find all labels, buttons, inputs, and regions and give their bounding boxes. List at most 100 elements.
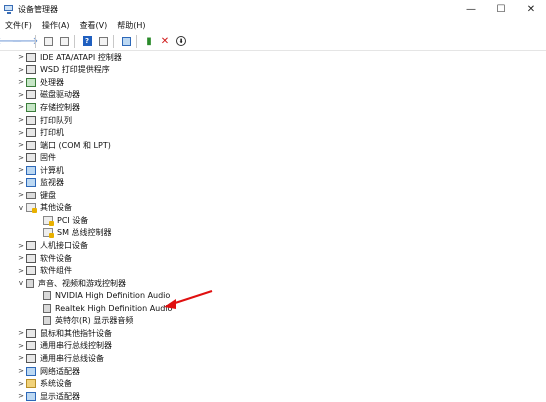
chevron-right-icon[interactable]: > (16, 242, 26, 250)
forward-arrow-icon[interactable]: 🡒 (12, 34, 39, 48)
tree-item[interactable]: > 软件设备 (16, 252, 72, 265)
tree-item-label: 存储控制器 (40, 102, 80, 112)
chevron-right-icon[interactable]: > (16, 354, 26, 362)
tree-item[interactable]: NVIDIA High Definition Audio (33, 289, 170, 302)
tree-item-label: NVIDIA High Definition Audio (55, 291, 171, 301)
device-category-icon (26, 52, 36, 62)
chevron-right-icon[interactable]: > (16, 392, 26, 400)
chevron-right-icon[interactable]: > (16, 66, 26, 74)
chevron-right-icon[interactable]: > (16, 254, 26, 262)
tree-item-label: 键盘 (40, 190, 56, 200)
menu-action[interactable]: 操作(A) (37, 20, 75, 31)
chevron-down-icon[interactable]: v (16, 204, 26, 212)
update-driver-icon[interactable]: ▮ (142, 34, 156, 48)
tree-item[interactable]: > 网络适配器 (16, 365, 80, 378)
tree-item[interactable]: SM 总线控制器 (33, 227, 112, 240)
toolbar-separator (35, 34, 36, 48)
tree-item[interactable]: v 声音、视频和游戏控制器 (16, 277, 126, 290)
scan-hardware-button[interactable] (119, 34, 133, 48)
tree-item[interactable]: > 软件组件 (16, 264, 72, 277)
chevron-right-icon[interactable]: > (16, 380, 26, 388)
chevron-right-icon[interactable]: > (16, 191, 26, 199)
menu-view[interactable]: 查看(V) (75, 20, 113, 31)
tree-item-label: 计算机 (40, 165, 64, 175)
tree-item[interactable]: > IDE ATA/ATAPI 控制器 (16, 51, 122, 64)
tree-item-label: 系统设备 (40, 379, 72, 389)
title-bar: 设备管理器 — ☐ ✕ (0, 0, 546, 18)
tree-item[interactable]: v 其他设备 (16, 202, 72, 215)
download-icon: ⬇ (176, 36, 186, 46)
tree-item[interactable]: > 通用串行总线设备 (16, 352, 104, 365)
tree-item[interactable]: > 人机接口设备 (16, 239, 88, 252)
minimize-button[interactable]: — (456, 0, 486, 18)
tree-item[interactable]: > 鼠标和其他指针设备 (16, 327, 112, 340)
tree-item-label: IDE ATA/ATAPI 控制器 (40, 52, 122, 62)
tree-item[interactable]: > WSD 打印提供程序 (16, 64, 110, 77)
maximize-button[interactable]: ☐ (486, 0, 516, 18)
tree-item[interactable]: > 系统设备 (16, 377, 72, 390)
chevron-right-icon[interactable]: > (16, 329, 26, 337)
chevron-down-icon[interactable]: v (16, 279, 26, 287)
tree-item[interactable]: > 存储控制器 (16, 101, 80, 114)
tree-item[interactable]: > 打印队列 (16, 114, 72, 127)
tree-item-label: WSD 打印提供程序 (40, 65, 110, 75)
chevron-right-icon[interactable]: > (16, 78, 26, 86)
tree-item[interactable]: > 监视器 (16, 177, 64, 190)
tree-item[interactable]: Realtek High Definition Audio (33, 302, 172, 315)
chevron-right-icon[interactable]: > (16, 129, 26, 137)
action-pane-button[interactable] (96, 34, 110, 48)
device-category-icon (26, 165, 36, 175)
tree-item[interactable]: > 固件 (16, 151, 56, 164)
tree-item-label: 英特尔(R) 显示器音频 (55, 316, 134, 326)
tree-item[interactable]: > 端口 (COM 和 LPT) (16, 139, 111, 152)
tree-item[interactable]: > 显示适配器 (16, 390, 80, 402)
tree-item-label: 软件设备 (40, 253, 72, 263)
tree-item[interactable]: > 键盘 (16, 189, 56, 202)
uninstall-icon[interactable]: ✕ (158, 34, 172, 48)
chevron-right-icon[interactable]: > (16, 367, 26, 375)
properties-button[interactable] (57, 34, 71, 48)
tree-item[interactable]: > 打印机 (16, 126, 64, 139)
show-hide-tree-button[interactable] (41, 34, 55, 48)
chevron-right-icon[interactable]: > (16, 179, 26, 187)
tree-item[interactable]: > 通用串行总线控制器 (16, 340, 112, 353)
chevron-right-icon[interactable]: > (16, 141, 26, 149)
device-category-icon (26, 366, 36, 376)
chevron-right-icon[interactable]: > (16, 91, 26, 99)
menu-help[interactable]: 帮助(H) (112, 20, 150, 31)
device-category-icon (26, 65, 36, 75)
tree-item-label: 网络适配器 (40, 366, 80, 376)
device-category-icon (43, 228, 54, 239)
tree-item[interactable]: > 计算机 (16, 164, 64, 177)
tree-item-label: 监视器 (40, 178, 64, 188)
tree-item[interactable]: > 磁盘驱动器 (16, 89, 80, 102)
tree-item-label: 其他设备 (40, 203, 72, 213)
help-button[interactable]: ? (80, 34, 94, 48)
device-category-icon (26, 77, 36, 87)
action-pane-icon (98, 36, 108, 46)
disable-device-button[interactable]: ⬇ (174, 34, 188, 48)
chevron-right-icon[interactable]: > (16, 166, 26, 174)
device-category-icon (26, 115, 36, 125)
device-tree: > IDE ATA/ATAPI 控制器 > WSD 打印提供程序 > 处理器 > 磁盘驱动器 >… (0, 51, 546, 402)
tree-item[interactable]: 英特尔(R) 显示器音频 (33, 315, 133, 328)
chevron-right-icon[interactable]: > (16, 53, 26, 61)
chevron-right-icon[interactable]: > (16, 154, 26, 162)
tree-item[interactable]: > 处理器 (16, 76, 64, 89)
chevron-right-icon[interactable]: > (16, 103, 26, 111)
device-category-icon (26, 379, 36, 389)
window-controls: — ☐ ✕ (456, 0, 546, 18)
menu-file[interactable]: 文件(F) (0, 20, 37, 31)
device-category-icon (26, 253, 36, 263)
close-button[interactable]: ✕ (516, 0, 546, 18)
device-category-icon (26, 353, 36, 363)
chevron-right-icon[interactable]: > (16, 267, 26, 275)
tree-item-label: Realtek High Definition Audio (55, 303, 173, 313)
tree-item[interactable]: PCI 设备 (33, 214, 88, 227)
device-category-icon (26, 341, 36, 351)
chevron-right-icon[interactable]: > (16, 116, 26, 124)
chevron-right-icon[interactable]: > (16, 342, 26, 350)
toolbar-separator (136, 34, 137, 48)
window-title: 设备管理器 (18, 4, 58, 14)
device-category-icon (43, 215, 54, 226)
